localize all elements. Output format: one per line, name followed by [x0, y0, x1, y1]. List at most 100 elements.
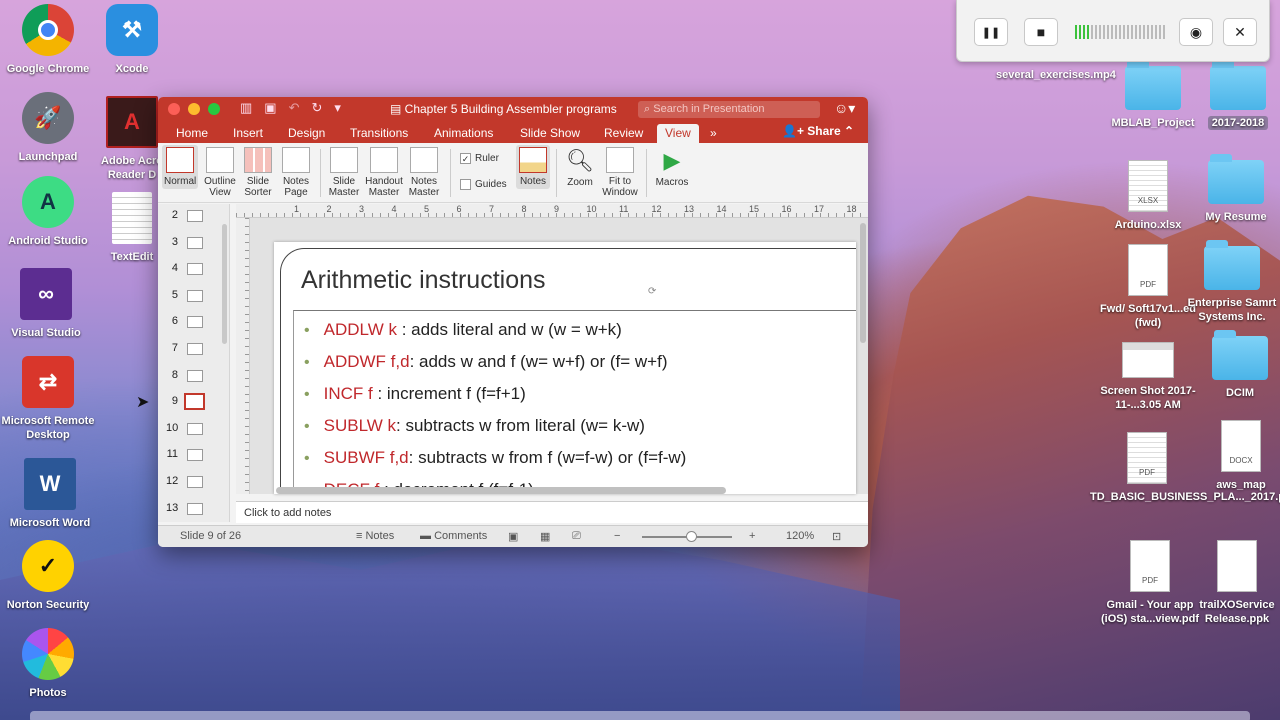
slide-master-button[interactable]: Slide Master	[326, 147, 362, 198]
slide-thumbnail[interactable]: 8	[158, 366, 230, 386]
search-field[interactable]: ⌕	[638, 101, 820, 118]
minimize-window-button[interactable]	[188, 103, 200, 115]
slide-thumbnail[interactable]: 6	[158, 312, 230, 332]
slide-thumbnail[interactable]: 11	[158, 445, 230, 465]
desktop-folder-enterprise[interactable]: Enterprise Samrt Systems Inc.	[1184, 240, 1280, 324]
desktop-file-arduino[interactable]: XLSX Arduino.xlsx	[1098, 160, 1198, 232]
bullet-item[interactable]: ADDWF f,d: adds w and f (w= w+f) or (f= …	[304, 346, 686, 378]
bullet-item[interactable]: SUBLW k: subtracts w from literal (w= k-…	[304, 410, 686, 442]
feedback-smiley-icon[interactable]: ☺▾	[834, 100, 855, 117]
horizontal-ruler[interactable]: 1 2 3 4 5 6 7 8 9 10 11 12 13 14 15 16 17 18	[236, 204, 868, 218]
ruler-checkbox[interactable]: ✓ Ruler	[460, 153, 499, 164]
desktop-file-screenshot[interactable]: Screen Shot 2017-11-...3.05 AM	[1092, 342, 1204, 412]
normal-view-icon	[166, 147, 194, 173]
macros-button[interactable]: ▶ Macros	[652, 147, 692, 188]
notes-status-button[interactable]: ≡ Notes	[356, 530, 394, 542]
bullet-item[interactable]: INCF f : increment f (f=f+1)	[304, 378, 686, 410]
desktop-file-trailxo[interactable]: trailXOService Release.ppk	[1190, 540, 1280, 626]
zoom-in-button[interactable]: +	[749, 530, 755, 542]
slide-thumbnail[interactable]: 3	[158, 233, 230, 253]
tab-insert[interactable]: Insert	[225, 124, 271, 143]
desktop-icon-word[interactable]: W Microsoft Word	[0, 458, 100, 530]
close-window-button[interactable]	[168, 103, 180, 115]
desktop-icon-norton[interactable]: ✓ Norton Security	[0, 540, 98, 612]
slide-thumbnail[interactable]: 2	[158, 206, 230, 226]
notes-pane[interactable]: Click to add notes	[236, 501, 868, 523]
normal-view-status-icon[interactable]: ▣	[508, 530, 518, 543]
webcam-button[interactable]: ◉	[1179, 18, 1213, 46]
pause-button[interactable]: ❚❚	[974, 18, 1008, 46]
comments-status-button[interactable]: ▬ Comments	[420, 530, 487, 542]
vertical-scrollbar[interactable]	[860, 223, 866, 343]
dock[interactable]	[30, 711, 1250, 720]
desktop-icon-xcode[interactable]: ⚒ Xcode	[82, 4, 182, 76]
guides-checkbox[interactable]: Guides	[460, 179, 507, 190]
slide-title[interactable]: Arithmetic instructions	[301, 266, 546, 295]
desktop-folder-dcim[interactable]: DCIM	[1190, 330, 1280, 400]
desktop-icon-photos[interactable]: Photos	[0, 628, 98, 700]
desktop-folder-my-resume[interactable]: My Resume	[1186, 154, 1280, 224]
slide-number: 2	[171, 209, 178, 221]
share-button[interactable]: 👤+ Share ⌃	[782, 124, 854, 138]
outline-view-button[interactable]: Outline View	[202, 147, 238, 198]
undo-icon[interactable]: ↶	[289, 100, 300, 116]
zoom-slider-knob[interactable]	[686, 531, 697, 542]
slide-sorter-button[interactable]: Slide Sorter	[240, 147, 276, 198]
sidebar-toggle-icon[interactable]: ▥	[240, 100, 252, 116]
visual-studio-icon: ∞	[20, 268, 72, 320]
notes-master-button[interactable]: Notes Master	[406, 147, 442, 198]
desktop-file-several-exercises[interactable]: several_exercises.mp4	[996, 68, 1116, 82]
window-title: ▤ Chapter 5 Building Assembler programs	[390, 102, 617, 116]
zoom-window-button[interactable]	[208, 103, 220, 115]
slide-thumbnail[interactable]: 7	[158, 339, 230, 359]
fit-to-window-button[interactable]: Fit to Window	[600, 147, 640, 198]
tab-home[interactable]: Home	[168, 124, 216, 143]
ruler-tick-label: 9	[554, 204, 560, 214]
more-tabs-button[interactable]: »	[702, 124, 725, 143]
zoom-out-button[interactable]: −	[614, 530, 620, 542]
slide-thumbnail[interactable]: 4	[158, 259, 230, 279]
tab-review[interactable]: Review	[596, 124, 651, 143]
slide-thumbnail[interactable]: 12	[158, 472, 230, 492]
bullet-item[interactable]: ADDLW k : adds literal and w (w = w+k)	[304, 314, 686, 346]
customize-toolbar-icon[interactable]: ▾	[334, 100, 341, 116]
slide-thumbnails-pane[interactable]: 2 3 4 5 6 7 8 9 10 11 12 13	[158, 204, 230, 522]
slide-counter: Slide 9 of 26	[180, 530, 242, 542]
vertical-ruler[interactable]	[236, 218, 250, 494]
slide-thumbnail[interactable]: 13	[158, 499, 230, 519]
tab-view[interactable]: View	[657, 124, 699, 143]
notes-page-button[interactable]: Notes Page	[278, 147, 314, 198]
desktop-file-td-basic[interactable]: PDF TD_BASIC_BUSINESS_PLA..._2017.pdf	[1090, 432, 1280, 504]
slide-sorter-status-icon[interactable]: ▦	[540, 530, 550, 543]
desktop-file-aws-map[interactable]: DOCX aws_map	[1191, 420, 1280, 492]
slide-thumbnail[interactable]: 10	[158, 419, 230, 439]
desktop-icon-visual-studio[interactable]: ∞ Visual Studio	[0, 268, 96, 340]
slide-editing-area[interactable]: Arithmetic instructions ⟳ ADDLW k : adds…	[250, 218, 868, 494]
slide-show-status-icon[interactable]: ⎚	[572, 530, 581, 543]
desktop-icon-remote-desktop[interactable]: ⇄ Microsoft Remote Desktop	[0, 356, 98, 442]
tab-transitions[interactable]: Transitions	[342, 124, 416, 143]
ruler-tick-label: 14	[716, 204, 727, 214]
desktop-folder-2017-2018[interactable]: 2017-2018	[1188, 60, 1280, 131]
horizontal-scrollbar[interactable]	[276, 487, 726, 494]
stop-button[interactable]: ■	[1024, 18, 1058, 46]
normal-view-button[interactable]: Normal	[162, 145, 198, 189]
notes-toggle-button[interactable]: Notes	[516, 145, 550, 189]
tab-slide-show[interactable]: Slide Show	[512, 124, 588, 143]
tab-animations[interactable]: Animations	[426, 124, 501, 143]
zoom-button[interactable]: 🔍︎ Zoom	[562, 147, 598, 188]
redo-icon[interactable]: ↻	[312, 100, 323, 116]
tab-design[interactable]: Design	[280, 124, 333, 143]
collapse-ribbon-icon[interactable]: ⌃	[844, 124, 854, 138]
rotate-handle-icon[interactable]: ⟳	[648, 286, 656, 297]
slide-9[interactable]: Arithmetic instructions ⟳ ADDLW k : adds…	[274, 242, 856, 494]
search-input[interactable]	[653, 103, 804, 115]
bullet-list[interactable]: ADDLW k : adds literal and w (w = w+k) A…	[304, 314, 687, 494]
save-icon[interactable]: ▣	[264, 100, 276, 116]
slide-thumbnail[interactable]: 5	[158, 286, 230, 306]
bullet-item[interactable]: SUBWF f,d: subtracts w from f (w=f-w) or…	[304, 442, 687, 474]
fit-slide-icon[interactable]: ⊡	[832, 530, 841, 543]
slide-thumbnail[interactable]: 9	[158, 392, 230, 412]
handout-master-button[interactable]: Handout Master	[364, 147, 404, 198]
close-recorder-button[interactable]: ✕	[1223, 18, 1257, 46]
